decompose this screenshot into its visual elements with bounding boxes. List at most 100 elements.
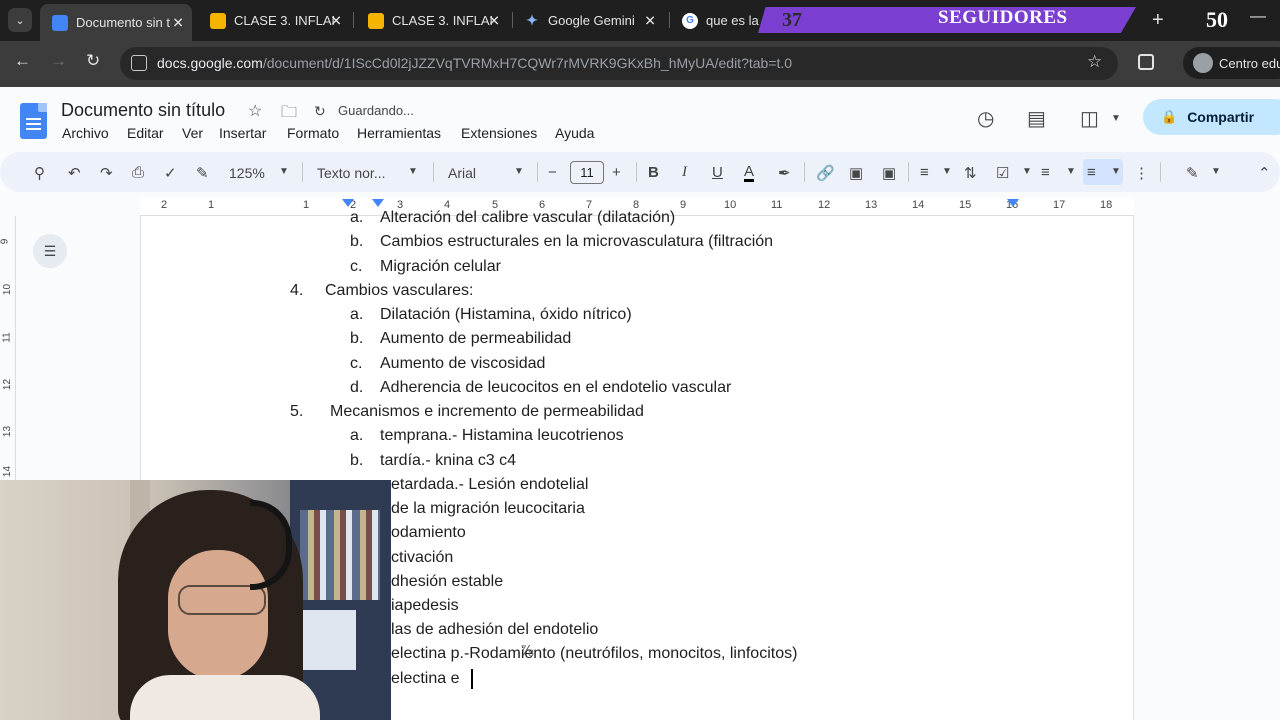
tab-gemini[interactable]: ✦ Google Gemini ✕ bbox=[512, 6, 664, 35]
mouse-ibeam-icon: ⅞ bbox=[520, 643, 534, 660]
menu-formato[interactable]: Formato bbox=[287, 125, 339, 141]
meet-icon[interactable]: ◫ bbox=[1080, 106, 1099, 131]
list-marker: b. bbox=[350, 452, 364, 469]
bulleted-list-icon[interactable]: ≡ bbox=[1041, 164, 1050, 181]
back-arrow-icon[interactable]: ← bbox=[14, 51, 31, 71]
add-comment-icon[interactable]: ▣ bbox=[849, 164, 863, 182]
first-line-indent-marker[interactable] bbox=[342, 199, 354, 207]
close-tab-icon[interactable]: ✕ bbox=[330, 12, 342, 29]
paragraph-style-select[interactable]: Texto nor... bbox=[317, 165, 385, 181]
align-icon[interactable]: ≡ bbox=[920, 164, 929, 181]
share-button[interactable]: 🔒 Compartir bbox=[1143, 99, 1280, 135]
document-outline-icon[interactable]: ☰ bbox=[33, 234, 67, 268]
ruler-number: 1 bbox=[303, 199, 310, 211]
insert-link-icon[interactable]: 🔗 bbox=[816, 164, 835, 182]
menu-herramientas[interactable]: Herramientas bbox=[357, 125, 441, 141]
docs-icon bbox=[52, 14, 68, 31]
menu-archivo[interactable]: Archivo bbox=[62, 125, 109, 141]
close-tab-icon[interactable]: ✕ bbox=[172, 14, 184, 31]
version-history-icon[interactable]: ◷ bbox=[977, 106, 994, 131]
list-item-text: Aumento de viscosidad bbox=[380, 355, 546, 372]
numbered-list-icon[interactable]: ≡ bbox=[1087, 164, 1096, 181]
hide-menus-icon[interactable]: ⌃ bbox=[1258, 164, 1271, 182]
profile-button[interactable]: Centro educ bbox=[1183, 47, 1280, 79]
text-color-icon[interactable]: A bbox=[744, 164, 755, 182]
search-menus-icon[interactable]: ⚲ bbox=[34, 164, 45, 182]
ruler-number: 1 bbox=[208, 199, 215, 211]
chevron-down-icon[interactable]: ▼ bbox=[1211, 166, 1221, 177]
list-item-text: Cambios estructurales en la microvascula… bbox=[380, 233, 774, 250]
ruler-number: 10 bbox=[2, 283, 14, 296]
reload-icon[interactable]: ↻ bbox=[86, 51, 100, 71]
new-tab-button[interactable]: + bbox=[1152, 9, 1164, 32]
italic-icon[interactable]: I bbox=[682, 164, 687, 181]
docs-logo-icon[interactable] bbox=[20, 103, 47, 139]
menu-extensiones[interactable]: Extensiones bbox=[461, 125, 537, 141]
list-marker: b. bbox=[350, 233, 364, 250]
chevron-down-icon[interactable]: ▼ bbox=[942, 166, 952, 177]
chevron-down-icon[interactable]: ▼ bbox=[1066, 166, 1076, 177]
line-spacing-icon[interactable]: ⇅ bbox=[964, 164, 977, 182]
tab-docs[interactable]: Documento sin t ✕ bbox=[40, 4, 192, 41]
font-size-input[interactable]: 11 bbox=[570, 161, 604, 184]
insert-image-icon[interactable]: ▣ bbox=[882, 164, 896, 182]
close-tab-icon[interactable]: ✕ bbox=[488, 12, 500, 29]
list-item-text: temprana.- Histamina leucotrienos bbox=[380, 427, 624, 444]
ruler-number: 18 bbox=[1100, 199, 1113, 211]
tab-search-menu-button[interactable]: ⌄ bbox=[8, 8, 32, 32]
list-item-text: etardada.- Lesión endotelial bbox=[391, 476, 589, 493]
menu-ver[interactable]: Ver bbox=[182, 125, 203, 141]
zoom-select[interactable]: 125% bbox=[229, 165, 265, 181]
highlight-color-icon[interactable]: ✒ bbox=[778, 164, 791, 182]
checklist-icon[interactable]: ☑ bbox=[996, 164, 1009, 182]
menu-insertar[interactable]: Insertar bbox=[219, 125, 266, 141]
forward-arrow-icon[interactable]: → bbox=[50, 51, 67, 71]
list-marker: 5. bbox=[290, 403, 304, 420]
site-settings-icon[interactable] bbox=[131, 55, 147, 71]
move-folder-icon[interactable]: 🗀 bbox=[281, 101, 297, 128]
decrease-font-size-icon[interactable]: − bbox=[548, 164, 557, 181]
more-options-icon[interactable]: ⋮ bbox=[1134, 164, 1149, 182]
tab-slides-2[interactable]: CLASE 3. INFLAM ✕ bbox=[356, 6, 508, 35]
list-item-text: Alteración del calibre vascular (dilatac… bbox=[380, 209, 676, 226]
extensions-icon[interactable] bbox=[1138, 54, 1154, 70]
ruler-number: 9 bbox=[680, 199, 687, 211]
url-text[interactable]: docs.google.com/document/d/1IScCd0l2jJZZ… bbox=[157, 55, 792, 71]
comments-icon[interactable]: ▤ bbox=[1027, 106, 1046, 131]
paint-format-icon[interactable]: ✎ bbox=[196, 164, 209, 182]
undo-icon[interactable]: ↶ bbox=[68, 164, 81, 182]
font-family-select[interactable]: Arial bbox=[448, 165, 476, 181]
chevron-down-icon[interactable]: ▼ bbox=[1022, 166, 1032, 177]
tab-google-search[interactable]: G que es la bbox=[670, 6, 760, 35]
chevron-down-icon[interactable]: ▼ bbox=[279, 166, 289, 177]
vertical-ruler[interactable]: 9 10 11 12 13 14 bbox=[0, 216, 16, 480]
menu-editar[interactable]: Editar bbox=[127, 125, 164, 141]
document-title[interactable]: Documento sin título bbox=[61, 100, 225, 121]
spellcheck-icon[interactable]: ✓ bbox=[164, 164, 177, 182]
chevron-down-icon[interactable]: ▼ bbox=[1111, 166, 1121, 177]
gemini-icon: ✦ bbox=[526, 12, 538, 28]
left-indent-marker[interactable] bbox=[372, 199, 384, 207]
toolbar-divider bbox=[433, 162, 434, 182]
chevron-down-icon[interactable]: ▼ bbox=[1111, 113, 1121, 124]
lock-icon: 🔒 bbox=[1161, 109, 1178, 124]
redo-icon[interactable]: ↷ bbox=[100, 164, 113, 182]
tab-slides-1[interactable]: CLASE 3. INFLAM ✕ bbox=[198, 6, 350, 35]
increase-font-size-icon[interactable]: + bbox=[612, 164, 621, 181]
list-item-text: dhesión estable bbox=[391, 573, 504, 590]
underline-icon[interactable]: U bbox=[712, 164, 723, 181]
list-marker: a. bbox=[350, 427, 364, 444]
ruler-number: 11 bbox=[1, 332, 13, 343]
list-item-text: electina p.-Rodamiento (neutrófilos, mon… bbox=[391, 645, 798, 662]
right-indent-marker[interactable] bbox=[1007, 199, 1019, 207]
close-tab-icon[interactable]: ✕ bbox=[644, 12, 656, 29]
star-icon[interactable]: ☆ bbox=[248, 101, 262, 121]
chevron-down-icon[interactable]: ▼ bbox=[408, 166, 418, 177]
editing-mode-icon[interactable]: ✎ bbox=[1186, 164, 1199, 182]
print-icon[interactable]: ⎙ bbox=[132, 164, 144, 181]
bookmark-star-icon[interactable]: ☆ bbox=[1087, 52, 1102, 72]
menu-ayuda[interactable]: Ayuda bbox=[555, 125, 594, 141]
bold-icon[interactable]: B bbox=[648, 164, 659, 181]
minimize-window-button[interactable]: — bbox=[1250, 8, 1266, 26]
chevron-down-icon[interactable]: ▼ bbox=[514, 166, 524, 177]
